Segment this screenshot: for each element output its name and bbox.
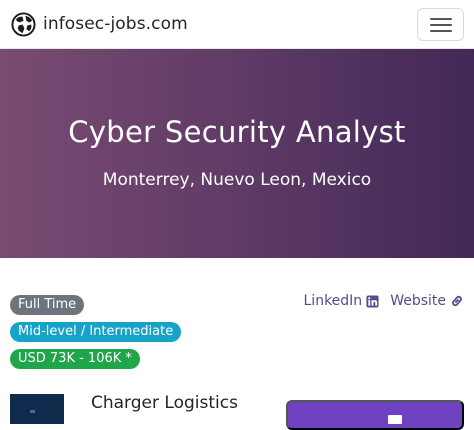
brand-name: infosec-jobs.com	[43, 14, 188, 34]
employment-type-badge[interactable]: Full Time	[10, 295, 85, 315]
brand-logo-icon	[11, 11, 36, 37]
company-logo-mark-icon	[30, 410, 35, 413]
job-hero-banner: Cyber Security Analyst Monterrey, Nuevo …	[0, 49, 474, 258]
brand-link[interactable]: infosec-jobs.com	[11, 11, 188, 37]
company-logo[interactable]	[10, 394, 64, 424]
company-name[interactable]: Charger Logistics	[91, 393, 238, 413]
apply-icon	[388, 414, 402, 424]
hamburger-menu-icon	[429, 17, 452, 32]
experience-level-badge[interactable]: Mid-level / Intermediate	[10, 322, 182, 342]
website-link[interactable]: Website	[390, 293, 464, 309]
company-links: LinkedIn Website	[304, 293, 465, 309]
menu-toggle-button[interactable]	[417, 8, 464, 41]
apply-button[interactable]	[286, 400, 464, 430]
job-location: Monterrey, Nuevo Leon, Mexico	[102, 170, 372, 190]
link-icon	[452, 295, 462, 307]
linkedin-link[interactable]: LinkedIn	[304, 293, 380, 309]
linkedin-link-label: LinkedIn	[303, 293, 363, 309]
job-title: Cyber Security Analyst	[68, 115, 406, 149]
linkedin-icon	[366, 294, 379, 308]
website-link-label: Website	[390, 293, 446, 309]
navbar: infosec-jobs.com	[0, 0, 474, 49]
salary-badge: USD 73K - 106K *	[10, 349, 140, 369]
